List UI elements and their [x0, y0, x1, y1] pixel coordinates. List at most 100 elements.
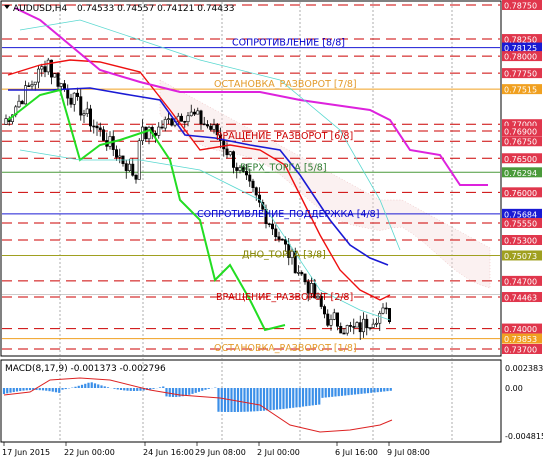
- macd-bar: [386, 388, 389, 392]
- macd-bar: [80, 384, 84, 388]
- candle-body: [53, 73, 57, 78]
- candle-body: [180, 115, 184, 122]
- candle-body: [348, 325, 352, 327]
- candle-body: [361, 318, 365, 333]
- macd-bar: [285, 388, 288, 409]
- macd-bar: [188, 388, 191, 395]
- macd-bar: [204, 388, 207, 390]
- candle-body: [206, 124, 210, 127]
- candle-body: [345, 325, 349, 334]
- candle-body: [85, 108, 89, 114]
- candle-body: [254, 187, 258, 196]
- macd-bar: [288, 388, 292, 409]
- price-tag-value: 0.76750: [504, 138, 537, 147]
- macd-bar: [272, 388, 275, 410]
- macd-bar: [106, 387, 110, 388]
- level-label: ОСТАНОВКА_РАЗВОРОТ [7/8]: [214, 79, 357, 90]
- macd-bar: [305, 388, 308, 407]
- candle-body: [352, 326, 356, 328]
- price-tag-value: 0.73700: [504, 346, 537, 355]
- candle-body: [95, 125, 99, 129]
- candle-body: [209, 125, 213, 130]
- candle-body: [189, 111, 193, 117]
- candle-body: [131, 163, 135, 176]
- price-tag-value: 0.78000: [504, 53, 537, 62]
- macd-bar: [25, 388, 28, 391]
- candle-body: [128, 163, 132, 171]
- macd-bar: [113, 388, 116, 389]
- price-tag-value: 0.77750: [504, 70, 537, 79]
- candle-body: [43, 66, 47, 73]
- candle-body: [374, 322, 378, 325]
- price-tag-value: 0.75550: [504, 219, 537, 228]
- macd-bar: [126, 388, 129, 391]
- macd-label: MACD(8,17,9) -0.001373 -0.002796: [5, 364, 166, 374]
- macd-bar: [103, 386, 106, 388]
- price-tag-value: 0.75300: [504, 237, 537, 246]
- macd-bar: [318, 388, 321, 405]
- macd-bar: [373, 388, 376, 393]
- macd-bar: [54, 388, 58, 393]
- candle-body: [4, 118, 8, 125]
- candle-body: [118, 155, 122, 158]
- candle-body: [199, 110, 203, 125]
- time-label: 6 Jul 16:00: [335, 448, 378, 457]
- macd-bar: [123, 388, 126, 391]
- candle-body: [98, 127, 102, 131]
- macd-bar: [12, 388, 15, 393]
- macd-bar: [74, 386, 77, 388]
- candle-body: [371, 323, 375, 328]
- macd-bar: [149, 388, 152, 390]
- candle-body: [163, 119, 167, 129]
- price-tag-value: 0.76000: [504, 189, 537, 198]
- macd-bar: [6, 388, 9, 394]
- chart-window[interactable]: СОПРОТИВЛЕНИЕ [8/8] ОСТАНОВКА_РАЗВОРОТ [7…: [0, 0, 543, 461]
- candle-body: [365, 318, 369, 329]
- price-tag-value: 0.75073: [504, 252, 537, 261]
- macd-bar: [191, 388, 194, 394]
- candle-body: [33, 81, 37, 85]
- candle-body: [303, 273, 307, 283]
- candle-body: [144, 126, 148, 140]
- candle-body: [225, 148, 229, 156]
- candle-body: [30, 84, 34, 87]
- time-label: 2 Jul 00:00: [257, 448, 300, 457]
- macd-bar: [292, 388, 295, 408]
- level-label: СОПРОТИВЛЕНИЕ [8/8]: [232, 38, 345, 49]
- macd-bar: [136, 388, 139, 391]
- macd-bar: [331, 388, 334, 397]
- macd-bar: [51, 388, 54, 392]
- macd-bar: [249, 388, 253, 412]
- macd-bar: [314, 388, 318, 405]
- macd-bar: [116, 388, 119, 390]
- candle-body: [368, 327, 372, 329]
- candle-body: [69, 97, 73, 105]
- macd-bar: [366, 388, 370, 394]
- macd-bar: [41, 388, 45, 391]
- macd-bar: [171, 388, 175, 397]
- macd-bar: [152, 388, 155, 389]
- price-tag-value: 0.77515: [504, 86, 537, 95]
- macd-scale-zero: 0.00: [505, 384, 523, 393]
- candle-body: [102, 129, 106, 141]
- macd-bar: [48, 388, 51, 392]
- candle-body: [46, 59, 50, 73]
- candle-body: [134, 174, 138, 180]
- macd-bar: [58, 388, 61, 393]
- candle-body: [82, 113, 86, 116]
- macd-bar: [139, 388, 142, 391]
- candle-body: [322, 306, 326, 315]
- level-label: ДНО_ТОРГА [3/8]: [242, 249, 326, 260]
- macd-bar: [175, 388, 178, 397]
- level-label: ОСТАНОВКА_РАЗВОРОТ [1/8]: [214, 343, 357, 354]
- level-label: СОПРОТИВЛЕНИЕ_ПОДДЕРЖКА [4/8]: [197, 209, 379, 220]
- macd-bar: [93, 383, 97, 388]
- candle-body: [183, 121, 187, 123]
- macd-bar: [246, 388, 249, 412]
- macd-bar: [334, 388, 337, 397]
- candle-body: [79, 96, 83, 116]
- macd-bar: [253, 388, 256, 412]
- time-label: 24 Jun 16:00: [143, 448, 194, 457]
- macd-bar: [376, 388, 379, 393]
- candle-body: [170, 118, 174, 126]
